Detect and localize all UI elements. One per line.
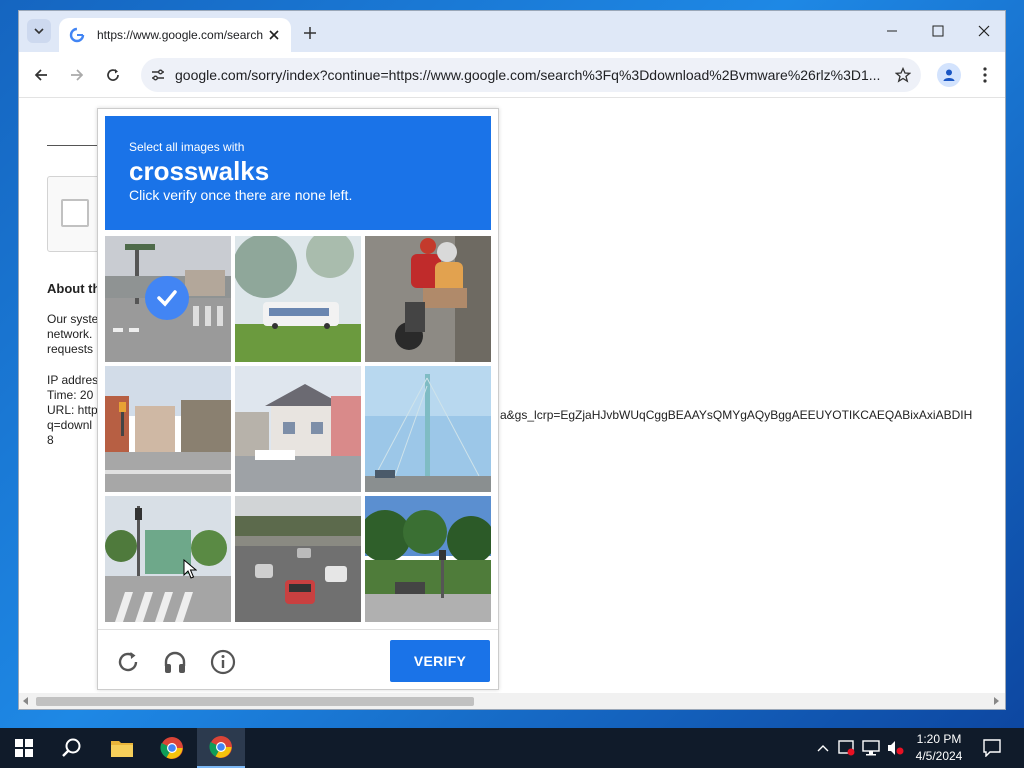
image-tile[interactable] [365,496,491,622]
about-heading: About th [47,281,101,296]
scroll-left-icon[interactable] [23,697,28,705]
page-text-line: network. [47,327,93,341]
taskbar: 1:20 PM 4/5/2024 [0,728,1024,768]
page-text-line: requests [47,342,94,356]
mouse-pointer-icon [183,559,197,579]
chrome-icon [160,737,183,759]
url-tail-text: a&gs_lcrp=EgZjaHJvbWUqCggBEAAYsQMYgAQyBg… [500,408,973,422]
clock-date: 4/5/2024 [915,749,963,763]
maximize-icon [932,25,944,37]
page-text-line: 8 [47,433,54,447]
browser-toolbar: google.com/sorry/index?continue=https://… [19,52,1005,98]
forward-button[interactable] [65,63,89,87]
challenge-footer: VERIFY [98,629,498,691]
reload-button[interactable] [101,63,125,87]
query-line: q=downl [47,418,93,432]
chrome-taskbar-button[interactable] [148,728,196,768]
search-icon [62,738,81,757]
close-tab-icon[interactable] [265,26,283,44]
time-line: Time: 20 [47,388,94,402]
challenge-keyword: crosswalks [129,156,270,186]
image-tile[interactable] [235,366,361,492]
show-hidden-icons-chevron-up-icon[interactable] [813,738,833,758]
audio-challenge-icon[interactable] [161,648,189,676]
address-bar[interactable]: google.com/sorry/index?continue=https://… [141,58,921,92]
chevron-down-icon [34,28,44,35]
ip-address-line: IP addres [47,373,99,387]
reload-icon [107,69,119,81]
tab-title: https://www.google.com/search [97,28,263,42]
challenge-header: Select all images with crosswalks Click … [105,116,491,230]
recaptcha-challenge: Select all images with crosswalks Click … [97,108,499,690]
taskbar-search-button[interactable] [48,728,96,768]
instruction-text: Select all images with [129,140,245,154]
network-icon[interactable] [861,738,881,758]
security-alert-icon[interactable] [837,738,857,758]
new-tab-button[interactable] [299,22,321,44]
close-icon [978,25,990,37]
image-tile[interactable] [365,236,491,362]
chrome-icon [209,736,232,758]
reload-challenge-icon[interactable] [114,648,142,676]
folder-icon [111,741,133,757]
instruction-subtext: Click verify once there are none left. [129,187,353,203]
tab-active[interactable]: https://www.google.com/search [59,18,291,52]
minimize-icon [887,30,897,32]
volume-muted-icon[interactable] [885,738,905,758]
selected-check-icon [145,276,189,320]
browser-menu-button[interactable] [975,63,995,87]
google-favicon-icon [69,27,85,43]
scrollbar-thumb[interactable] [36,697,474,706]
start-button[interactable] [0,728,48,768]
file-explorer-button[interactable] [98,728,146,768]
arrow-left-icon [34,69,47,81]
page-text-line: Our syste [47,312,99,326]
image-tile[interactable] [105,366,231,492]
notifications-icon[interactable] [982,738,1002,758]
url-text: google.com/sorry/index?continue=https://… [175,67,881,83]
plus-icon [304,27,316,39]
site-info-icon[interactable] [149,66,167,84]
tab-search-button[interactable] [27,19,51,43]
windows-logo-icon [15,739,33,757]
verify-button[interactable]: VERIFY [390,640,490,682]
scroll-right-icon[interactable] [994,697,999,705]
close-window-button[interactable] [970,19,998,43]
image-grid [105,236,491,622]
image-tile[interactable] [235,236,361,362]
clock-time: 1:20 PM [916,732,962,746]
arrow-right-icon [71,69,84,81]
taskbar-clock[interactable]: 1:20 PM 4/5/2024 [908,731,970,765]
horizontal-scrollbar[interactable] [19,693,1005,709]
back-button[interactable] [29,63,53,87]
recaptcha-checkbox[interactable] [61,199,89,227]
bookmark-star-icon[interactable] [893,65,913,85]
image-tile[interactable] [105,496,231,622]
more-vertical-icon [983,67,987,83]
url-line: URL: http [47,403,98,417]
maximize-button[interactable] [924,19,952,43]
chrome-active-window-button[interactable] [197,728,245,768]
info-icon[interactable] [209,648,237,676]
image-tile[interactable] [235,496,361,622]
tab-strip: https://www.google.com/search [19,11,1005,52]
image-tile[interactable] [365,366,491,492]
image-tile[interactable] [105,236,231,362]
minimize-button[interactable] [878,19,906,43]
profile-avatar-icon[interactable] [937,63,961,87]
